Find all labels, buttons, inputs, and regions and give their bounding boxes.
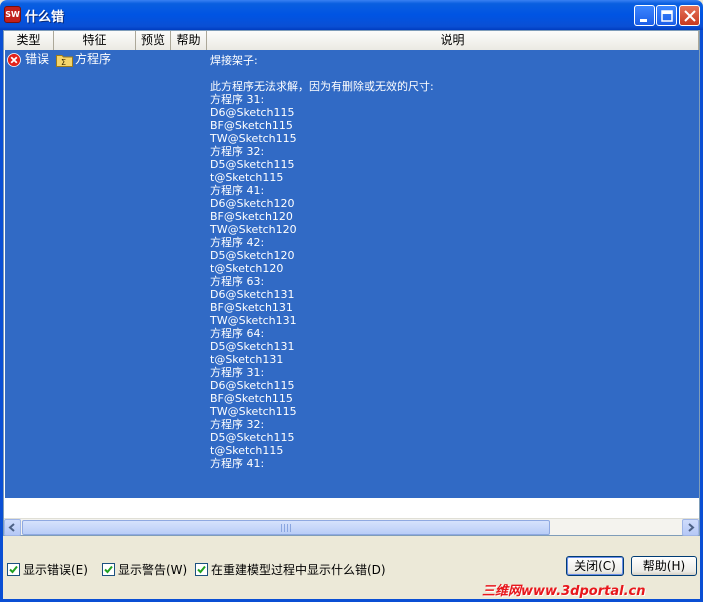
description-line: D6@Sketch131 (210, 288, 295, 301)
description-line: TW@Sketch131 (210, 314, 297, 327)
grip-icon (281, 524, 291, 532)
list-item[interactable]: 错误 Σ 方程序 焊接架子: 此方程序无法求解，因为有删除或无效的尺寸: 方程序 3… (5, 50, 699, 498)
show-errors-checkbox[interactable]: 显示错误(E) (7, 561, 88, 577)
description-line: TW@Sketch115 (210, 405, 297, 418)
close-icon (684, 10, 696, 22)
description-line: 方程序 32: (210, 145, 265, 158)
row-feature: 方程序 (75, 52, 112, 66)
checkmark-icon (197, 565, 206, 573)
maximize-button[interactable] (656, 5, 677, 26)
column-header-feature[interactable]: 特征 (54, 31, 136, 50)
description-line: D6@Sketch115 (210, 106, 295, 119)
checkbox-box[interactable] (7, 562, 20, 576)
description-line: D5@Sketch115 (210, 431, 295, 444)
close-window-button[interactable] (679, 5, 700, 26)
description-line: 方程序 63: (210, 275, 265, 288)
row-type: 错误 (25, 52, 50, 66)
help-button[interactable]: 帮助(H) (631, 556, 697, 576)
column-header-type[interactable]: 类型 (4, 31, 54, 50)
solidworks-app-icon[interactable]: SW (4, 6, 21, 23)
minimize-button[interactable] (634, 5, 655, 26)
description-line: BF@Sketch115 (210, 392, 293, 405)
description-line: t@Sketch115 (210, 171, 284, 184)
column-header-help[interactable]: 帮助 (171, 31, 207, 50)
equation-folder-icon: Σ (56, 55, 73, 67)
chevron-right-icon (688, 523, 695, 532)
show-during-rebuild-label: 在重建模型过程中显示什么错(D) (211, 562, 386, 577)
chevron-left-icon (8, 523, 15, 532)
close-button[interactable]: 关闭(C) (566, 556, 624, 576)
description-line: 方程序 31: (210, 93, 265, 106)
show-warnings-checkbox[interactable]: 显示警告(W) (102, 561, 187, 577)
window-title: 什么错 (25, 10, 65, 25)
description-line: D6@Sketch120 (210, 197, 295, 210)
checkmark-icon (104, 565, 113, 573)
description-line: 方程序 41: (210, 184, 265, 197)
description-line: TW@Sketch115 (210, 132, 297, 145)
checkmark-icon (9, 565, 18, 573)
description-line: BF@Sketch120 (210, 210, 293, 223)
description-line: BF@Sketch131 (210, 301, 293, 314)
description-line: BF@Sketch115 (210, 119, 293, 132)
description-line: 方程序 41: (210, 457, 265, 470)
scroll-left-button[interactable] (4, 519, 21, 536)
description-line: D5@Sketch115 (210, 158, 295, 171)
description-line: D5@Sketch120 (210, 249, 295, 262)
description-line: t@Sketch120 (210, 262, 284, 275)
minimize-icon (640, 19, 647, 22)
scroll-right-button[interactable] (682, 519, 699, 536)
description-line: 方程序 64: (210, 327, 265, 340)
show-errors-label: 显示错误(E) (23, 562, 88, 577)
column-header-preview[interactable]: 预览 (136, 31, 171, 50)
error-icon (7, 53, 21, 67)
scroll-thumb[interactable] (22, 520, 550, 535)
description-line: 焊接架子: (210, 54, 258, 67)
checkbox-box[interactable] (102, 562, 115, 576)
horizontal-scrollbar[interactable] (4, 518, 699, 536)
description-line: TW@Sketch120 (210, 223, 297, 236)
column-header-description[interactable]: 说明 (207, 31, 699, 50)
list-header: 类型 特征 预览 帮助 说明 (4, 31, 699, 50)
description-line: D5@Sketch131 (210, 340, 295, 353)
site-watermark: 三维网www.3dportal.cn (482, 584, 646, 599)
checkbox-box[interactable] (195, 562, 208, 576)
description-line: 方程序 31: (210, 366, 265, 379)
description-line: 方程序 42: (210, 236, 265, 249)
description-line: t@Sketch131 (210, 353, 284, 366)
description-line: t@Sketch115 (210, 444, 284, 457)
maximize-icon (661, 10, 673, 22)
description-line: 方程序 32: (210, 418, 265, 431)
show-during-rebuild-checkbox[interactable]: 在重建模型过程中显示什么错(D) (195, 561, 386, 577)
row-description: 焊接架子: 此方程序无法求解，因为有删除或无效的尺寸: 方程序 31: D6@Sket… (210, 54, 434, 470)
error-list[interactable]: 类型 特征 预览 帮助 说明 错误 Σ 方程序 焊接架子: 此方程序无法求解，因为… (3, 30, 700, 536)
description-line (210, 67, 434, 80)
description-line: 此方程序无法求解，因为有删除或无效的尺寸: (210, 80, 434, 93)
description-line: D6@Sketch115 (210, 379, 295, 392)
svg-text:Σ: Σ (61, 58, 66, 67)
show-warnings-label: 显示警告(W) (118, 562, 188, 577)
title-bar[interactable]: SW 什么错 (0, 0, 703, 30)
